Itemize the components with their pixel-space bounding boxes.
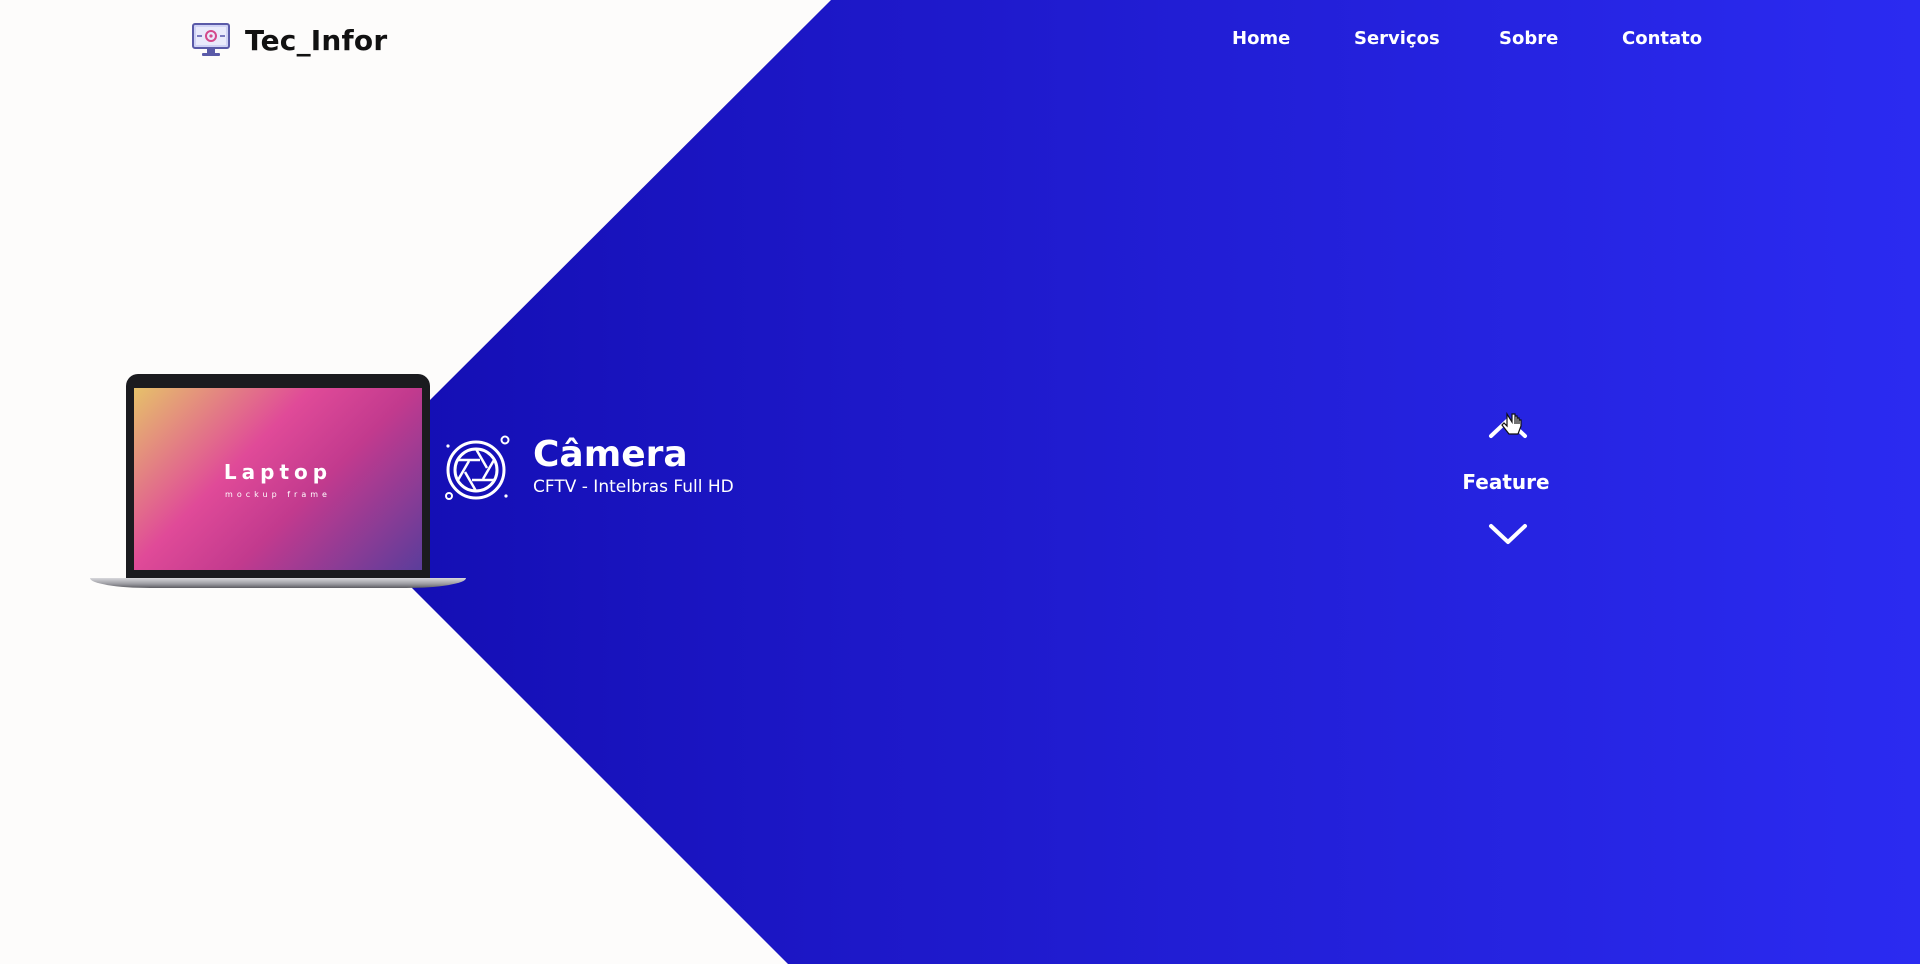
laptop-base	[90, 578, 466, 588]
laptop-screen: Laptop mockup frame	[134, 388, 422, 570]
brand-name: Tec_Infor	[245, 23, 388, 57]
laptop-mockup: Laptop mockup frame	[90, 374, 466, 590]
feature-title: Câmera	[533, 434, 688, 475]
brand-logo[interactable]: Tec_Infor	[191, 22, 387, 58]
camera-shutter-icon	[445, 435, 510, 500]
laptop-screen-title: Laptop	[223, 459, 333, 484]
nav-home[interactable]: Home	[1232, 28, 1290, 49]
scroller-label: Feature	[1462, 470, 1550, 494]
nav-contato[interactable]: Contato	[1622, 28, 1702, 49]
nav-servicos[interactable]: Serviços	[1354, 28, 1440, 49]
feature-subtitle: CFTV - Intelbras Full HD	[533, 477, 734, 497]
hand-cursor-icon	[1501, 412, 1522, 435]
computer-gear-icon	[192, 23, 230, 56]
laptop-screen-subtitle: mockup frame	[225, 489, 331, 499]
laptop-lid: Laptop mockup frame	[126, 374, 430, 580]
landing-page: Tec_Infor Home Serviços Sobre Contato La…	[0, 0, 1920, 964]
chevron-down-icon[interactable]	[1486, 518, 1530, 548]
nav-sobre[interactable]: Sobre	[1499, 28, 1558, 49]
